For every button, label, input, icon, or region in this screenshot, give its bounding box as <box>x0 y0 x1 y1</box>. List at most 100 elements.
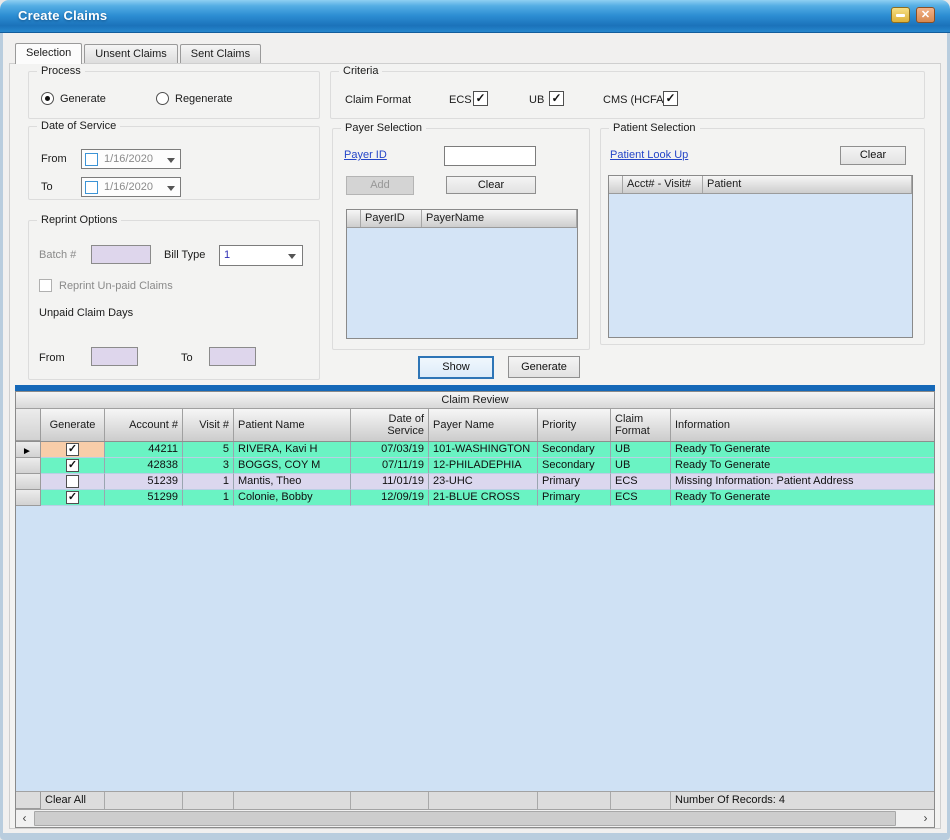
criteria-legend: Criteria <box>339 65 382 77</box>
close-button[interactable]: ✕ <box>916 7 935 23</box>
row-generate-checkbox[interactable] <box>66 475 79 488</box>
col-claim-format[interactable]: Claim Format <box>611 409 671 441</box>
format-cell: UB <box>611 458 671 474</box>
dos-from-label: From <box>41 153 67 165</box>
regenerate-radio[interactable] <box>156 92 169 105</box>
bill-type-select[interactable]: 1 <box>219 245 303 266</box>
generate-button[interactable]: Generate <box>508 356 580 378</box>
col-priority[interactable]: Priority <box>538 409 611 441</box>
payer-id-input[interactable] <box>444 146 536 166</box>
claim-review-header: Generate Account # Visit # Patient Name … <box>16 409 934 442</box>
ub-checkbox[interactable]: ✓ <box>549 91 564 106</box>
footer-cell <box>183 792 234 809</box>
patient-look-up-link[interactable]: Patient Look Up <box>610 149 688 161</box>
chevron-down-icon[interactable] <box>167 186 175 191</box>
minimize-button[interactable] <box>891 7 910 23</box>
tab-sent-claims[interactable]: Sent Claims <box>180 44 261 63</box>
row-header-cell[interactable] <box>16 458 41 474</box>
row-generate-checkbox[interactable]: ✓ <box>66 443 79 456</box>
horizontal-scrollbar[interactable]: ‹ › <box>16 809 934 827</box>
batch-input[interactable] <box>91 245 151 264</box>
patient-grid[interactable]: Acct# - Visit# Patient <box>608 175 913 338</box>
grid-empty-area <box>16 506 934 791</box>
footer-cell <box>105 792 183 809</box>
dos-to-checkbox[interactable] <box>85 181 98 194</box>
table-row[interactable]: 51239 1 Mantis, Theo 11/01/19 23-UHC Pri… <box>16 474 934 490</box>
process-group: Process Generate Regenerate <box>28 71 320 119</box>
clear-patient-button[interactable]: Clear <box>840 146 906 165</box>
col-date-of-service[interactable]: Date of Service <box>351 409 429 441</box>
table-row[interactable]: ► ✓ 44211 5 RIVERA, Kavi H 07/03/19 101-… <box>16 442 934 458</box>
unpaid-to-label: To <box>181 352 193 364</box>
col-patient-name[interactable]: Patient Name <box>234 409 351 441</box>
date-of-service-legend: Date of Service <box>37 120 120 132</box>
chevron-down-icon[interactable] <box>288 254 296 259</box>
patient-grid-col-acct-visit: Acct# - Visit# <box>623 176 703 193</box>
scroll-right-button[interactable]: › <box>917 810 934 827</box>
clear-all-button[interactable]: Clear All <box>41 792 105 809</box>
col-visit[interactable]: Visit # <box>183 409 234 441</box>
payer-selection-group: Payer Selection Payer ID Add Clear Payer… <box>332 128 590 350</box>
patient-cell: Colonie, Bobby <box>234 490 351 506</box>
show-button[interactable]: Show <box>418 356 494 379</box>
tab-unsent-claims[interactable]: Unsent Claims <box>84 44 178 63</box>
record-count-label: Number Of Records: 4 <box>671 792 934 809</box>
dos-cell: 07/03/19 <box>351 442 429 458</box>
dos-from-picker[interactable]: 1/16/2020 <box>81 149 181 169</box>
table-row[interactable]: ✓ 42838 3 BOGGS, COY M 07/11/19 12-PHILA… <box>16 458 934 474</box>
row-generate-checkbox[interactable]: ✓ <box>66 459 79 472</box>
priority-cell: Secondary <box>538 442 611 458</box>
priority-cell: Primary <box>538 474 611 490</box>
dos-from-checkbox[interactable] <box>85 153 98 166</box>
reprint-unpaid-checkbox[interactable] <box>39 279 52 292</box>
date-of-service-group: Date of Service From 1/16/2020 To 1/16/2… <box>28 126 320 200</box>
account-cell: 51239 <box>105 474 183 490</box>
payer-id-link[interactable]: Payer ID <box>344 149 387 161</box>
scrollbar-track[interactable] <box>33 810 917 827</box>
dos-cell: 12/09/19 <box>351 490 429 506</box>
dos-from-value: 1/16/2020 <box>104 153 153 165</box>
patient-grid-rowheader <box>609 176 623 193</box>
format-cell: ECS <box>611 474 671 490</box>
unpaid-from-input[interactable] <box>91 347 138 366</box>
table-row[interactable]: ✓ 51299 1 Colonie, Bobby 12/09/19 21-BLU… <box>16 490 934 506</box>
information-cell: Ready To Generate <box>671 490 934 506</box>
col-information[interactable]: Information <box>671 409 934 441</box>
regenerate-radio-label: Regenerate <box>175 93 233 105</box>
payer-grid-header: PayerID PayerName <box>347 210 577 228</box>
col-account[interactable]: Account # <box>105 409 183 441</box>
account-cell: 44211 <box>105 442 183 458</box>
row-header-cell[interactable] <box>16 490 41 506</box>
cms-hcfa-checkbox[interactable]: ✓ <box>663 91 678 106</box>
footer-cell <box>351 792 429 809</box>
generate-cell: ✓ <box>41 458 105 474</box>
payer-grid[interactable]: PayerID PayerName <box>346 209 578 339</box>
generate-cell <box>41 474 105 490</box>
dos-cell: 11/01/19 <box>351 474 429 490</box>
dialog-content: Selection Unsent Claims Sent Claims Proc… <box>3 33 947 833</box>
footer-cell <box>234 792 351 809</box>
row-generate-checkbox[interactable]: ✓ <box>66 491 79 504</box>
footer-cell <box>429 792 538 809</box>
row-header-cell[interactable] <box>16 474 41 490</box>
chevron-down-icon[interactable] <box>167 158 175 163</box>
payer-cell: 12-PHILADEPHIA <box>429 458 538 474</box>
clear-payer-button[interactable]: Clear <box>446 176 536 194</box>
footer-rowheader <box>16 792 41 809</box>
reprint-options-legend: Reprint Options <box>37 214 121 226</box>
dos-to-picker[interactable]: 1/16/2020 <box>81 177 181 197</box>
scrollbar-thumb[interactable] <box>34 811 896 826</box>
generate-radio[interactable] <box>41 92 54 105</box>
row-header-cell[interactable]: ► <box>16 442 41 458</box>
add-payer-button[interactable]: Add <box>346 176 414 195</box>
ecs-checkbox[interactable]: ✓ <box>473 91 488 106</box>
generate-cell: ✓ <box>41 442 105 458</box>
col-payer-name[interactable]: Payer Name <box>429 409 538 441</box>
header-rowheader <box>16 409 41 441</box>
patient-cell: BOGGS, COY M <box>234 458 351 474</box>
col-generate[interactable]: Generate <box>41 409 105 441</box>
tab-selection[interactable]: Selection <box>15 43 82 64</box>
unpaid-to-input[interactable] <box>209 347 256 366</box>
visit-cell: 1 <box>183 490 234 506</box>
scroll-left-button[interactable]: ‹ <box>16 810 33 827</box>
